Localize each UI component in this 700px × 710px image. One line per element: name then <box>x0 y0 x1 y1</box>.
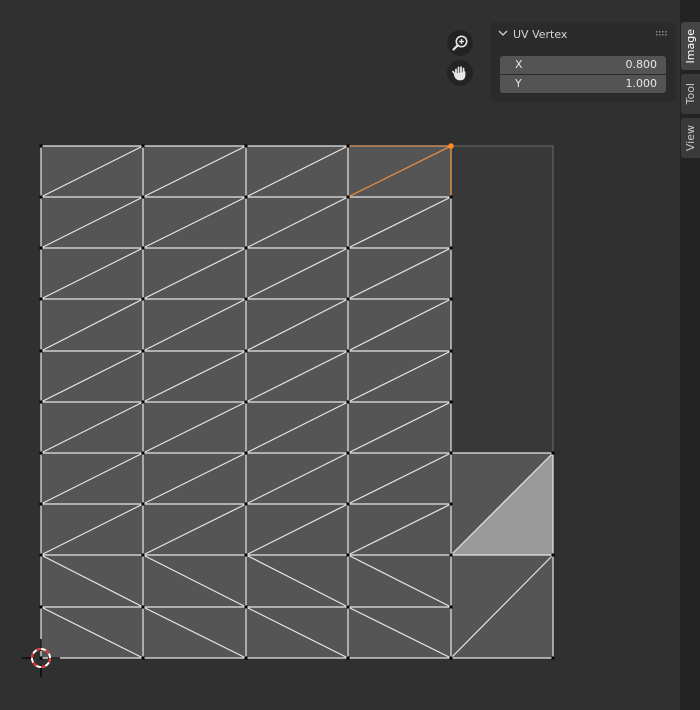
drag-grip-icon[interactable] <box>656 31 668 37</box>
tab-tool-label: Tool <box>684 83 697 105</box>
y-label: Y <box>515 77 522 90</box>
uv-selected-vertex <box>448 143 454 149</box>
tab-tool[interactable]: Tool <box>681 74 700 114</box>
zoom-icon[interactable] <box>447 30 473 56</box>
panel-title: UV Vertex <box>513 28 568 41</box>
sidebar-tabs: Image Tool View <box>680 0 700 710</box>
x-coordinate-field[interactable]: X 0.800 <box>500 56 666 74</box>
hand-pan-icon[interactable] <box>447 60 473 86</box>
panel-header[interactable]: UV Vertex <box>491 22 676 46</box>
x-value: 0.800 <box>625 58 658 71</box>
y-value: 1.000 <box>625 77 658 90</box>
uv-mesh-canvas[interactable] <box>0 0 680 710</box>
tab-view[interactable]: View <box>681 118 700 158</box>
tab-view-label: View <box>684 124 697 152</box>
chevron-down-icon[interactable] <box>498 29 508 37</box>
uv-editor-viewport[interactable]: UV Vertex X 0.800 Y 1.000 <box>0 0 680 710</box>
tab-image[interactable]: Image <box>681 22 700 70</box>
x-label: X <box>515 58 523 71</box>
uv-vertex-panel: UV Vertex X 0.800 Y 1.000 <box>491 22 676 102</box>
tab-image-label: Image <box>684 28 697 64</box>
y-coordinate-field[interactable]: Y 1.000 <box>500 75 666 93</box>
